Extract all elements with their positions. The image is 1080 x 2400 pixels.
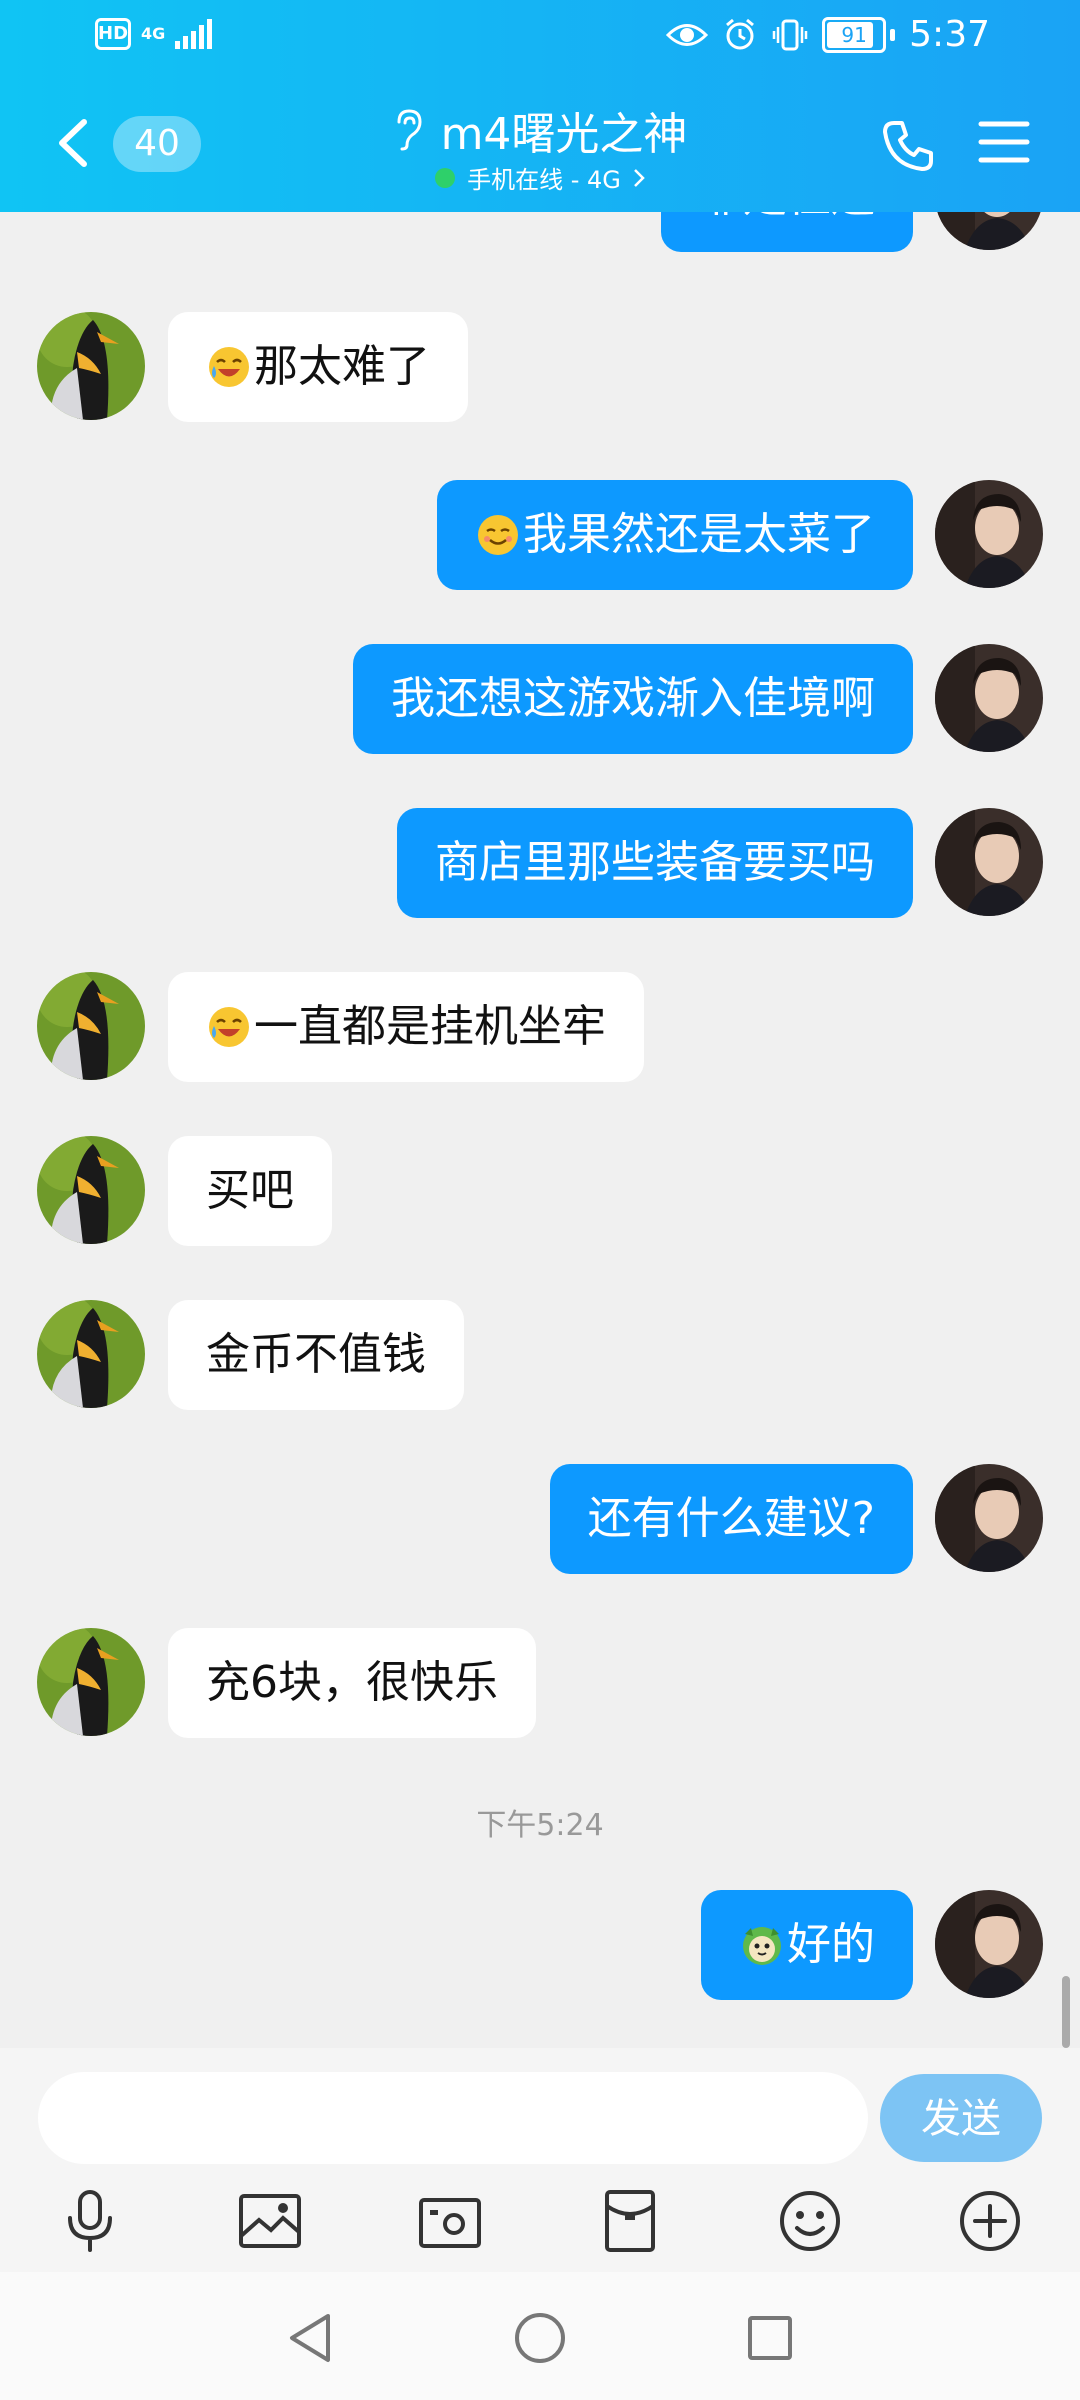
- system-nav-bar: [0, 2272, 1080, 2400]
- message-bubble[interactable]: 买吧: [168, 1136, 332, 1246]
- message-bubble[interactable]: 我果然还是太菜了: [437, 480, 913, 590]
- message-row: 还有什么建议?: [0, 1464, 1080, 1574]
- message-row: 买吧: [0, 1136, 1080, 1246]
- message-bubble[interactable]: 商店里那些装备要买吗: [397, 808, 913, 918]
- status-bar: HD 4G 91 5:37: [0, 0, 1080, 80]
- input-toolbar: [0, 2178, 1080, 2258]
- camera-icon: [419, 2198, 481, 2248]
- message-bubble[interactable]: 一直都是挂机坐牢: [168, 972, 644, 1082]
- nav-recents-button[interactable]: [740, 2308, 800, 2368]
- red-packet-button[interactable]: [597, 2188, 663, 2254]
- message-bubble[interactable]: 我还想这游戏渐入佳境啊: [353, 644, 913, 754]
- square-recents-icon: [748, 2316, 792, 2360]
- message-row: 充6块，很快乐: [0, 1628, 1080, 1738]
- triangle-back-icon: [290, 2314, 330, 2362]
- status-left: HD 4G: [95, 18, 213, 50]
- contact-avatar[interactable]: [37, 972, 145, 1080]
- message-input[interactable]: [38, 2072, 868, 2164]
- eye-comfort-icon: [666, 23, 709, 46]
- message-row: 我果然还是太菜了: [0, 480, 1080, 590]
- signal-icon: [175, 19, 213, 49]
- contact-avatar[interactable]: [37, 312, 145, 420]
- message-list[interactable]: 靠走位还 那太难了 我果然还是太菜了 我还想这游戏渐入佳境啊 商店里那些装备要买…: [0, 212, 1080, 2048]
- my-avatar[interactable]: [935, 480, 1043, 588]
- message-row: 我还想这游戏渐入佳境啊: [0, 644, 1080, 754]
- ear-icon: [397, 109, 422, 151]
- album-button[interactable]: [237, 2188, 303, 2254]
- message-bubble[interactable]: 好的: [701, 1890, 913, 2000]
- message-row: 好的: [0, 1890, 1080, 2000]
- emoji-button[interactable]: [777, 2188, 843, 2254]
- contact-name: m4曙光之神: [440, 109, 688, 160]
- message-timestamp: 下午5:24: [476, 1808, 604, 1843]
- plus-icon: [960, 2191, 1020, 2251]
- smile-emoji-icon: [475, 512, 521, 558]
- battery-icon: 91: [822, 16, 887, 53]
- alarm-icon: [726, 18, 755, 49]
- my-avatar[interactable]: [935, 212, 1043, 250]
- scrollbar[interactable]: [1062, 1976, 1070, 2048]
- circle-home-icon: [515, 2313, 565, 2363]
- send-button[interactable]: 发送: [880, 2074, 1042, 2162]
- message-row: 商店里那些装备要买吗: [0, 808, 1080, 918]
- contact-avatar[interactable]: [37, 1136, 145, 1244]
- chevron-right-icon: [634, 168, 645, 187]
- message-bubble[interactable]: 充6块，很快乐: [168, 1628, 536, 1738]
- message-bubble[interactable]: 那太难了: [168, 312, 468, 422]
- phone-icon: [883, 121, 933, 171]
- my-avatar[interactable]: [935, 644, 1043, 752]
- input-area: 发送: [0, 2048, 1080, 2272]
- my-avatar[interactable]: [935, 1890, 1043, 1998]
- more-button[interactable]: [957, 2188, 1023, 2254]
- voice-button[interactable]: [57, 2188, 123, 2254]
- voice-call-button[interactable]: [880, 118, 936, 174]
- message-row: 一直都是挂机坐牢: [0, 972, 1080, 1082]
- message-row: 靠走位还: [0, 212, 1080, 252]
- emoji-icon: [780, 2191, 840, 2251]
- message-bubble[interactable]: 还有什么建议?: [549, 1464, 913, 1574]
- message-row: 金币不值钱: [0, 1300, 1080, 1410]
- nav-back-button[interactable]: [280, 2308, 340, 2368]
- tearful-laugh-emoji-icon: [206, 1004, 252, 1050]
- nav-home-button[interactable]: [510, 2308, 570, 2368]
- tearful-laugh-emoji-icon: [206, 344, 252, 390]
- contact-avatar[interactable]: [37, 1300, 145, 1408]
- my-avatar[interactable]: [935, 808, 1043, 916]
- network-type: 4G: [141, 24, 166, 43]
- cartoon-emoji-icon: [739, 1922, 785, 1968]
- my-avatar[interactable]: [935, 1464, 1043, 1572]
- menu-button[interactable]: [978, 118, 1030, 166]
- status-right: 91 5:37: [666, 14, 990, 55]
- online-status-dot: [435, 167, 456, 188]
- message-bubble[interactable]: 靠走位还: [661, 212, 913, 252]
- contact-avatar[interactable]: [37, 1628, 145, 1736]
- hamburger-menu-icon: [978, 121, 1030, 163]
- vibrate-icon: [772, 19, 808, 50]
- camera-button[interactable]: [417, 2188, 483, 2254]
- message-row: 那太难了: [0, 312, 1080, 422]
- chat-header: HD 4G 91 5:37 40 m4曙光之神 手机在线 - 4G: [0, 0, 1080, 212]
- battery-level: 91: [841, 22, 867, 47]
- red-packet-icon: [605, 2190, 655, 2252]
- message-bubble[interactable]: 金币不值钱: [168, 1300, 464, 1410]
- image-icon: [239, 2194, 301, 2248]
- hd-icon: HD: [95, 18, 131, 50]
- online-status: 手机在线 - 4G: [467, 166, 621, 194]
- clock: 5:37: [909, 14, 990, 55]
- microphone-icon: [68, 2190, 112, 2252]
